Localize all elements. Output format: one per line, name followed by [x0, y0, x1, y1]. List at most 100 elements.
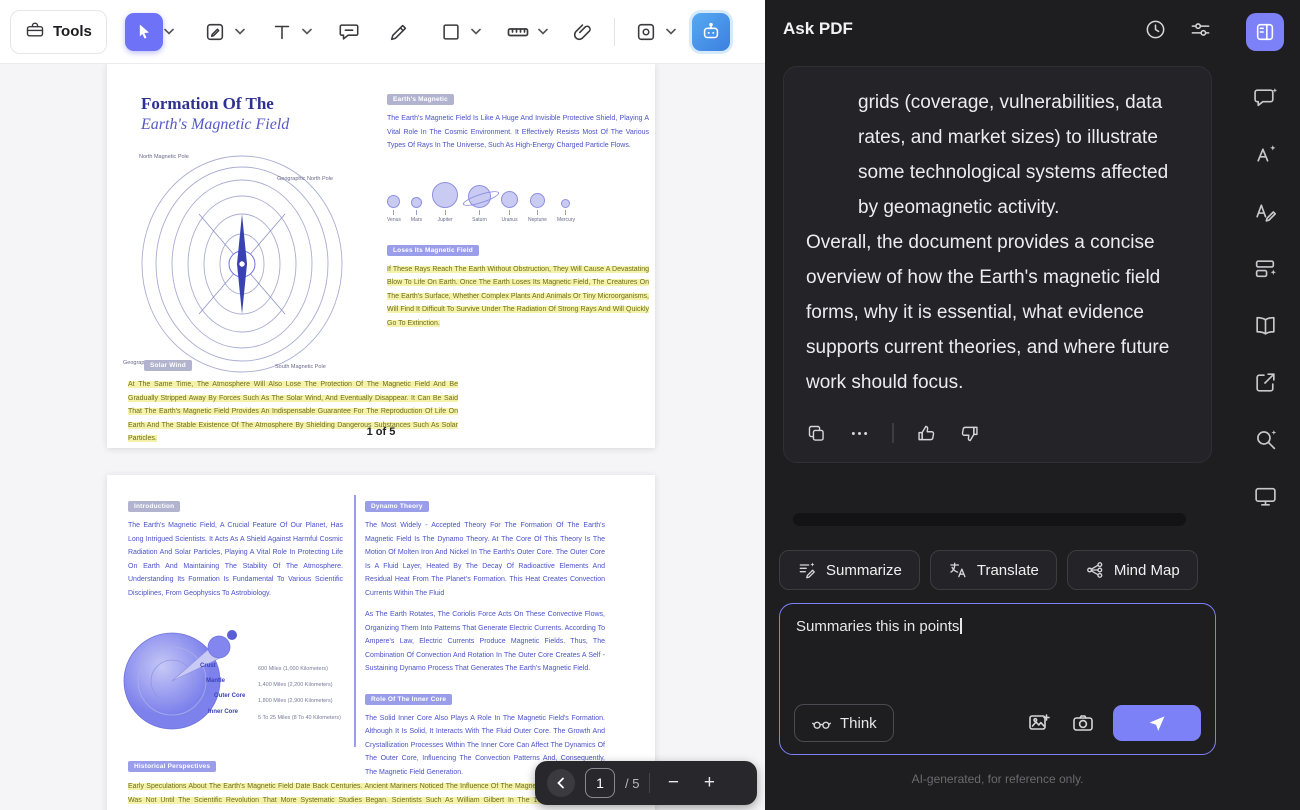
ai-proofread-icon	[1255, 203, 1276, 222]
magnetic-field-diagram: North Magnetic Pole Geographic North Pol…	[117, 152, 367, 382]
ask-pdf-panel: Ask PDF grids (coverage, vulnerabilities…	[765, 0, 1230, 810]
settings-sliders-icon[interactable]	[1189, 18, 1212, 41]
edit-square-icon	[206, 23, 224, 40]
thumbs-up-icon[interactable]	[916, 423, 937, 444]
tools-button-label: Tools	[53, 23, 92, 40]
ai-disclaimer: AI-generated, for reference only.	[911, 772, 1084, 786]
field-label-north-magnetic: North Magnetic Pole	[139, 154, 189, 160]
think-toggle-button[interactable]: Think	[794, 704, 894, 742]
send-button[interactable]	[1113, 705, 1201, 741]
ai-proofread-button[interactable]	[1246, 192, 1284, 230]
doc-title-line1: Formation Of The	[141, 94, 274, 113]
measure-tool-chevron-icon[interactable]	[538, 28, 548, 35]
snapshot-icon	[637, 23, 655, 40]
collapse-nav-button[interactable]	[547, 769, 575, 797]
mind-map-button[interactable]: Mind Map	[1066, 550, 1198, 590]
thumbs-down-icon[interactable]	[959, 423, 980, 444]
snapshot-tool-button[interactable]	[627, 13, 665, 51]
planet-item: Mars	[411, 196, 422, 223]
zoom-in-button[interactable]: +	[696, 772, 722, 794]
planet-item: Jupiter	[432, 181, 459, 223]
pdf-paragraph: As The Earth Rotates, The Coriolis Force…	[365, 611, 605, 672]
ask-pdf-panel-toggle[interactable]	[1246, 13, 1284, 51]
summarize-button[interactable]: Summarize	[779, 550, 920, 590]
edit-tool-button[interactable]	[196, 13, 234, 51]
pen-tool-button[interactable]	[380, 13, 418, 51]
ai-message-paragraph-2: Overall, the document provides a concise…	[806, 232, 1170, 393]
section-badge: Solar Wind	[144, 360, 192, 371]
translate-label: Translate	[976, 561, 1039, 579]
ai-chat-button[interactable]	[1246, 78, 1284, 116]
pdf-page-1[interactable]: Formation Of The Earth's Magnetic Field	[107, 64, 655, 448]
tools-button[interactable]: Tools	[10, 9, 107, 54]
think-label: Think	[840, 714, 877, 732]
pdf-paragraph: The Earth's Magnetic Field, A Crucial Fe…	[128, 522, 343, 597]
attachment-tool-button[interactable]	[564, 13, 602, 51]
section-badge: Introduction	[128, 501, 181, 512]
select-tool-button[interactable]	[124, 12, 163, 51]
translate-button[interactable]: Translate	[929, 550, 1057, 590]
nav-divider	[649, 773, 651, 793]
right-icon-rail	[1230, 0, 1300, 810]
copy-icon[interactable]	[806, 423, 827, 444]
section-badge: Loses Its Magnetic Field	[387, 244, 479, 256]
summarize-icon	[799, 562, 815, 579]
quick-actions-row: Summarize Translate Mind Map	[779, 550, 1216, 590]
export-button[interactable]	[1246, 363, 1284, 401]
comment-icon	[339, 23, 359, 40]
text-tool-button[interactable]	[263, 13, 301, 51]
pdf-viewport[interactable]: Formation Of The Earth's Magnetic Field	[0, 64, 765, 810]
add-image-icon[interactable]	[1027, 711, 1051, 735]
panel-title: Ask PDF	[783, 19, 853, 38]
core-layer-label: Inner Core	[208, 709, 239, 715]
core-layer-label: Outer Core	[214, 693, 246, 699]
planet-item: Venus	[387, 194, 401, 223]
mind-map-label: Mind Map	[1113, 561, 1180, 579]
shape-tool-chevron-icon[interactable]	[471, 28, 481, 35]
pdf-page-2[interactable]: Introduction The Earth's Magnetic Field,…	[107, 475, 655, 810]
core-distance-label: 600 Miles (1,000 Kilometers)	[258, 666, 329, 672]
shape-tool-button[interactable]	[432, 13, 470, 51]
ai-message-paragraph-1: grids (coverage, vulnerabilities, data r…	[858, 92, 1169, 218]
snapshot-tool-chevron-icon[interactable]	[666, 28, 676, 35]
pdf-paragraph: The Most Widely - Accepted Theory For Th…	[365, 522, 605, 597]
reader-mode-button[interactable]	[1246, 306, 1284, 344]
mind-map-icon	[1086, 562, 1103, 578]
camera-icon[interactable]	[1071, 711, 1095, 735]
message-actions	[806, 416, 1189, 450]
chat-scrollbar[interactable]	[793, 513, 1186, 526]
zoom-out-button[interactable]: −	[660, 772, 686, 794]
cursor-icon	[139, 24, 149, 39]
planet-size-chart: Venus Mars Jupiter Saturn Uranus Neptune…	[387, 165, 649, 223]
page2-left-column: Introduction The Earth's Magnetic Field,…	[128, 495, 343, 600]
ai-assistant-button[interactable]	[691, 12, 730, 51]
history-icon[interactable]	[1144, 18, 1167, 41]
page-number-input[interactable]: 1	[585, 768, 615, 798]
highlighted-paragraph: If These Rays Reach The Earth Without Ob…	[387, 265, 649, 327]
core-layer-label: Mantle	[206, 678, 226, 684]
slideshow-button[interactable]	[1246, 477, 1284, 515]
comment-tool-button[interactable]	[330, 13, 368, 51]
toolbox-icon	[25, 20, 45, 44]
pen-icon	[390, 24, 407, 40]
actions-divider	[892, 423, 894, 443]
prompt-input[interactable]: Summaries this in points Think	[779, 603, 1216, 755]
edit-tool-chevron-icon[interactable]	[235, 28, 245, 35]
measure-tool-button[interactable]	[499, 13, 537, 51]
ai-form-icon	[1255, 259, 1276, 277]
ai-translate-icon	[1256, 144, 1275, 162]
prompt-input-value: Summaries this in points	[796, 618, 960, 635]
paperclip-icon	[573, 23, 591, 40]
text-tool-chevron-icon[interactable]	[302, 28, 312, 35]
ai-search-button[interactable]	[1246, 420, 1284, 458]
column-divider	[354, 495, 356, 747]
ai-form-button[interactable]	[1246, 249, 1284, 287]
page-navigation-bar: 1 / 5 − +	[535, 761, 757, 805]
page2-right-column: Dynamo Theory The Most Widely - Accepted…	[365, 495, 605, 779]
ai-translate-button[interactable]	[1246, 135, 1284, 173]
more-options-icon[interactable]	[849, 423, 870, 444]
pdf-paragraph: The Earth's Magnetic Field Is Like A Hug…	[387, 115, 649, 149]
select-tool-chevron-icon[interactable]	[164, 28, 174, 35]
open-book-icon	[1255, 316, 1275, 335]
ai-chat-icon	[1253, 87, 1277, 106]
